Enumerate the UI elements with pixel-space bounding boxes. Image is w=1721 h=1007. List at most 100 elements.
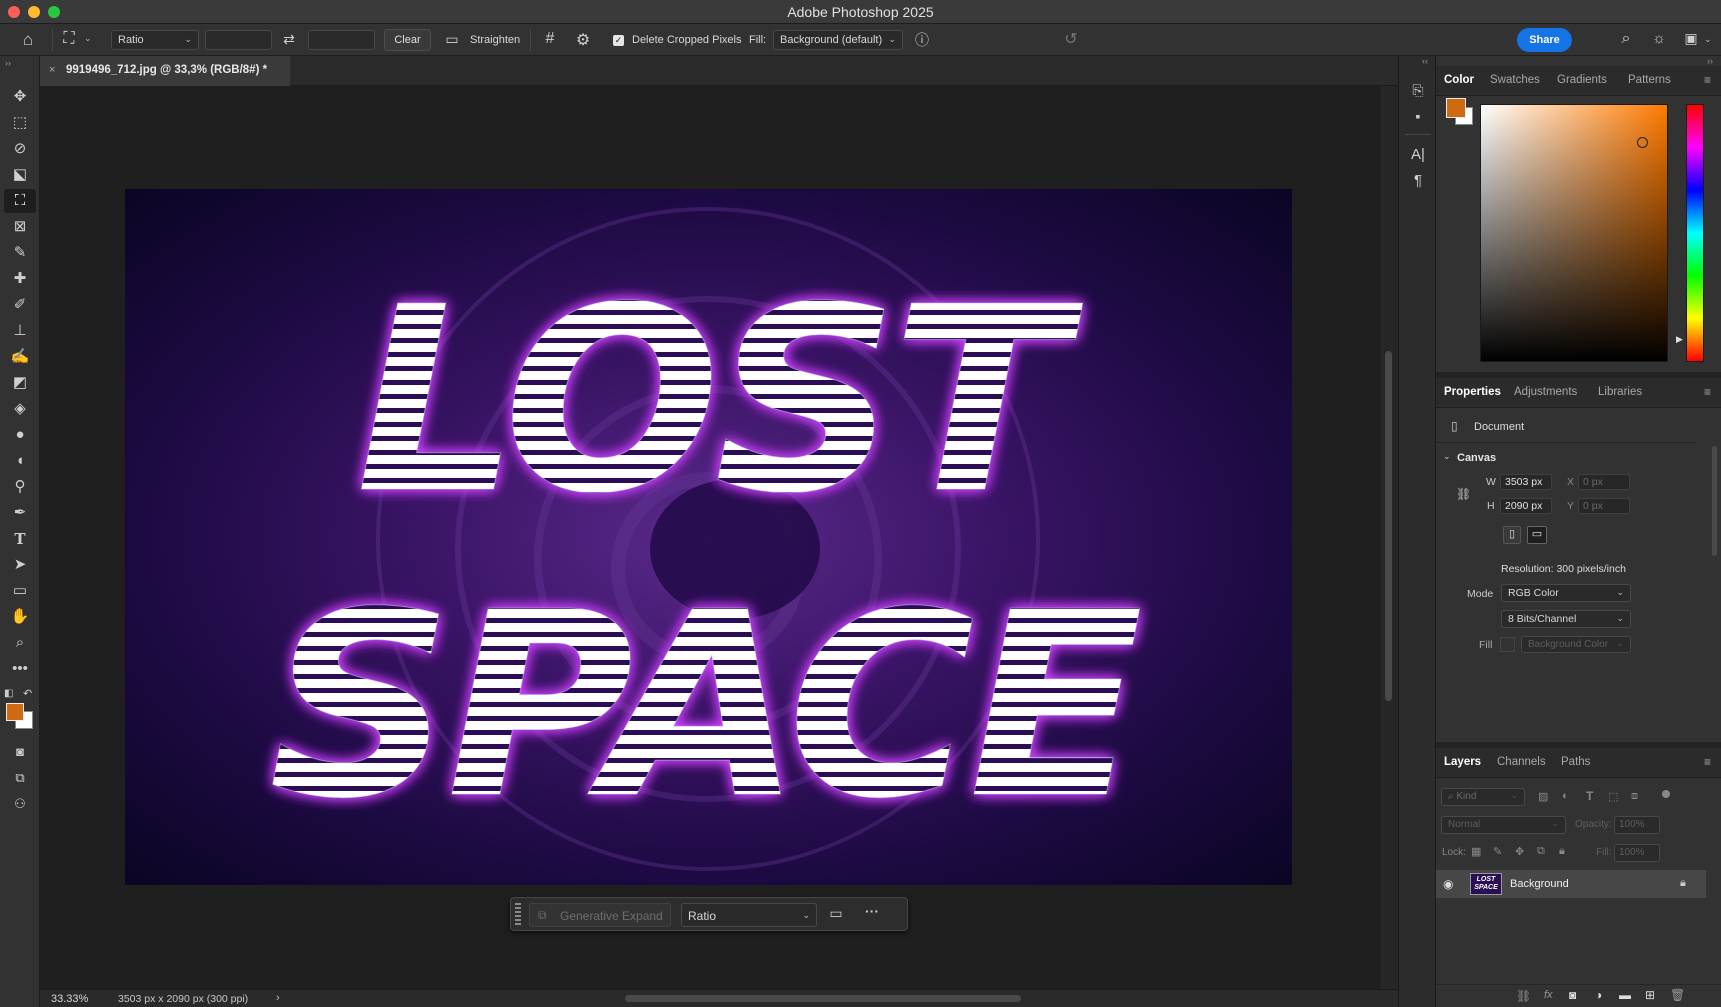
expand-icon[interactable]: ›› <box>1707 56 1713 66</box>
smart-object-filter-icon[interactable]: ⧈ <box>1631 790 1638 803</box>
canvas-width-input[interactable]: 3503 px <box>1500 474 1552 490</box>
bit-depth-dropdown[interactable]: 8 Bits/Channel ⌄ <box>1501 610 1631 628</box>
tab-properties[interactable]: Properties <box>1444 386 1501 398</box>
fill-color-swatch[interactable] <box>1500 637 1515 652</box>
quick-selection-tool-icon[interactable]: ⊘ <box>4 137 36 161</box>
move-tool-icon[interactable]: ✥ <box>4 85 36 109</box>
tab-gradients[interactable]: Gradients <box>1557 74 1607 86</box>
contextual-taskbar-icon[interactable]: ⚇ <box>4 792 36 816</box>
width-ratio-input[interactable] <box>205 30 272 50</box>
more-tools-icon[interactable]: ••• <box>4 657 36 681</box>
blur-tool-icon[interactable]: ● <box>4 423 36 447</box>
dodge-tool-icon[interactable]: ◖ <box>4 449 36 473</box>
fx-icon[interactable]: fx <box>1544 989 1553 1001</box>
swap-colors-icon[interactable]: ↶ <box>23 687 32 700</box>
properties-scrollbar[interactable] <box>1712 446 1717 556</box>
hue-slider-arrow-icon[interactable]: ▶ <box>1676 334 1683 345</box>
panel-menu-icon[interactable]: ≡ <box>1704 755 1711 769</box>
pen-tool-icon[interactable]: ✒ <box>4 501 36 525</box>
straighten-label[interactable]: Straighten <box>470 34 520 46</box>
grid-overlay-icon[interactable]: # <box>540 30 560 48</box>
tab-paths[interactable]: Paths <box>1561 756 1590 768</box>
drag-handle-icon[interactable] <box>515 903 521 927</box>
chevron-right-icon[interactable]: › <box>276 992 280 1004</box>
swap-icon[interactable]: ⇄ <box>279 31 299 48</box>
fill-content-dropdown[interactable]: Background Color ⌄ <box>1521 636 1631 653</box>
clone-stamp-tool-icon[interactable]: ⊥ <box>4 319 36 343</box>
object-selection-tool-icon[interactable]: ⬕ <box>4 163 36 187</box>
new-layer-icon[interactable]: ⊞ <box>1645 988 1655 1002</box>
paragraph-panel-icon[interactable]: ¶ <box>1407 172 1429 189</box>
tab-swatches[interactable]: Swatches <box>1490 74 1540 86</box>
adjustment-filter-icon[interactable]: ◐ <box>1562 790 1569 802</box>
clear-button[interactable]: Clear <box>384 29 431 51</box>
comments-panel-icon[interactable]: ▪ <box>1407 108 1429 124</box>
fill-dropdown[interactable]: Background (default) ⌄ <box>773 30 903 50</box>
context-ratio-dropdown[interactable]: Ratio ⌄ <box>681 903 817 927</box>
delete-layer-icon[interactable]: 🗑︎ <box>1670 988 1685 1002</box>
horizontal-scrollbar-thumb[interactable] <box>625 995 1021 1002</box>
close-icon[interactable]: × <box>49 64 55 76</box>
opacity-input[interactable]: 100% <box>1614 816 1660 834</box>
shape-filter-icon[interactable]: ⬚ <box>1608 790 1618 803</box>
chevron-down-icon[interactable]: ⌄ <box>84 33 92 44</box>
color-field[interactable] <box>1480 104 1668 362</box>
add-mask-icon[interactable]: ◙ <box>1569 988 1576 1002</box>
chevron-down-icon[interactable]: ⌄ <box>1443 451 1451 462</box>
healing-brush-tool-icon[interactable]: ✚ <box>4 267 36 291</box>
tab-channels[interactable]: Channels <box>1497 756 1546 768</box>
landscape-orientation-icon[interactable]: ▭ <box>1527 526 1547 544</box>
pixel-filter-icon[interactable]: ▨ <box>1538 790 1548 803</box>
chevron-down-icon[interactable]: ⌄ <box>1704 34 1712 45</box>
tab-color[interactable]: Color <box>1444 74 1474 86</box>
portrait-orientation-icon[interactable]: ▯ <box>1503 526 1521 544</box>
height-ratio-input[interactable] <box>308 30 375 50</box>
sponge-tool-icon[interactable]: ⚲ <box>4 475 36 499</box>
tab-patterns[interactable]: Patterns <box>1628 74 1671 86</box>
foreground-color-swatch[interactable] <box>6 703 24 721</box>
brush-tool-icon[interactable]: ✐ <box>4 293 36 317</box>
lightbulb-icon[interactable]: ☼ <box>1649 30 1669 47</box>
hand-tool-icon[interactable]: ✋ <box>4 605 36 629</box>
eye-icon[interactable]: ◉ <box>1443 877 1453 891</box>
canvas-height-input[interactable]: 2090 px <box>1500 498 1552 514</box>
document-canvas[interactable]: LOST SPACE <box>125 189 1292 885</box>
lock-transparent-icon[interactable]: ▦ <box>1471 845 1481 858</box>
crop-tool-icon[interactable]: ⛶ <box>4 189 36 213</box>
more-options-icon[interactable]: ··· <box>861 903 883 919</box>
history-brush-tool-icon[interactable]: ✍ <box>4 345 36 369</box>
tab-adjustments[interactable]: Adjustments <box>1514 386 1577 398</box>
marquee-tool-icon[interactable]: ⬚ <box>4 111 36 135</box>
blend-mode-dropdown[interactable]: Normal ⌄ <box>1441 816 1566 834</box>
lock-artboard-icon[interactable]: ⧉ <box>1537 845 1545 858</box>
vertical-scrollbar-thumb[interactable] <box>1385 351 1392 701</box>
panel-menu-icon[interactable]: ≡ <box>1704 73 1711 87</box>
quick-mask-icon[interactable]: ◙ <box>4 740 36 764</box>
zoom-level[interactable]: 33.33% <box>51 993 88 1005</box>
character-panel-icon[interactable]: A| <box>1407 146 1429 163</box>
collapse-icon[interactable]: ‹‹ <box>1422 56 1428 66</box>
canvas-y-input[interactable]: 0 px <box>1578 498 1630 514</box>
history-panel-icon[interactable]: ⎘ <box>1407 82 1429 99</box>
vertical-scrollbar[interactable] <box>1379 86 1398 989</box>
workspace-icon[interactable]: ▣ <box>1680 30 1702 47</box>
layer-filter-dropdown[interactable]: ⌕ Kind ⌄ <box>1441 788 1525 806</box>
lock-all-icon[interactable]: 🔒︎ <box>1559 845 1565 858</box>
fill-opacity-input[interactable]: 100% <box>1614 844 1660 862</box>
filter-toggle-icon[interactable] <box>1662 790 1670 798</box>
straighten-icon[interactable]: ▭ <box>442 31 462 48</box>
ratio-dropdown[interactable]: Ratio ⌄ <box>111 30 199 50</box>
panel-menu-icon[interactable]: ≡ <box>1704 385 1711 399</box>
mode-dropdown[interactable]: RGB Color ⌄ <box>1501 584 1631 602</box>
tab-libraries[interactable]: Libraries <box>1598 386 1642 398</box>
lock-pixels-icon[interactable]: ✎ <box>1493 845 1502 858</box>
hue-slider[interactable] <box>1686 104 1704 362</box>
reset-icon[interactable]: ↺ <box>1060 29 1082 49</box>
crop-tool-preset-icon[interactable]: ⛶ <box>58 30 80 48</box>
lock-icon[interactable]: 🔒︎ <box>1680 877 1686 890</box>
type-filter-icon[interactable]: T <box>1586 789 1593 803</box>
lock-position-icon[interactable]: ✥ <box>1515 845 1524 858</box>
info-icon[interactable]: ⓘ <box>912 30 932 50</box>
link-dimensions-icon[interactable]: ⛓ <box>1456 487 1471 501</box>
frame-tool-icon[interactable]: ⊠ <box>4 215 36 239</box>
